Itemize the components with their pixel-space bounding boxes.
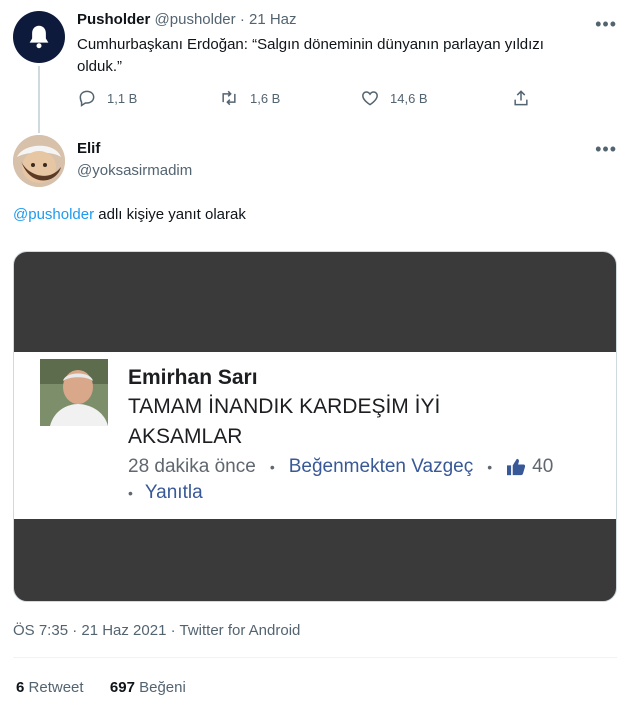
reply-icon	[79, 90, 95, 107]
reply-count: 1,1 B	[107, 90, 138, 106]
comment-reply-row: • Yanıtla	[128, 482, 203, 504]
facebook-comment-screenshot: Emirhan Sarı TAMAM İNANDIK KARDEŞİM İYİ …	[14, 352, 616, 519]
likes-label: Beğeni	[139, 679, 186, 696]
bell-icon	[29, 25, 49, 49]
profile-photo	[13, 135, 65, 187]
share-icon	[514, 90, 528, 106]
author-handle[interactable]: @pusholder	[155, 11, 236, 28]
comment-meta: 28 dakika önce • Beğenmekten Vazgeç • 40	[128, 456, 553, 478]
reply-author-name[interactable]: Elif	[77, 140, 100, 157]
retweet-button[interactable]: 1,6 B	[218, 88, 280, 108]
replying-to-text: adlı kişiye yanıt olarak	[94, 206, 246, 223]
like-count: 14,6 B	[390, 90, 428, 106]
elif-avatar[interactable]	[13, 135, 65, 187]
likes-stat[interactable]: 697 Beğeni	[110, 679, 186, 696]
tweet-header: Pusholder @pusholder · 21 Haz	[77, 11, 297, 28]
tweet-date[interactable]: 21 Haz	[249, 11, 297, 28]
reply-button[interactable]: 1,1 B	[77, 88, 137, 108]
author-name[interactable]: Pusholder	[77, 11, 150, 28]
retweets-stat[interactable]: 6 Retweet	[16, 679, 84, 696]
like-button[interactable]: 14,6 B	[360, 88, 428, 108]
reply-author-handle[interactable]: @yoksasirmadim	[77, 162, 192, 179]
unlike-link: Beğenmekten Vazgeç	[288, 456, 474, 477]
meta-dot: •	[487, 459, 493, 475]
meta-dot: •	[269, 459, 275, 475]
comment-time: 28 dakika önce	[128, 456, 256, 477]
commenter-name: Emirhan Sarı	[128, 366, 258, 389]
commenter-photo	[40, 359, 108, 426]
tweet-timestamp[interactable]: ÖS 7:35 · 21 Haz 2021 · Twitter for Andr…	[13, 622, 300, 639]
heart-icon	[362, 91, 378, 106]
reply-link: Yanıtla	[144, 482, 203, 503]
thumbs-up-icon	[507, 458, 526, 476]
share-button[interactable]	[511, 88, 531, 108]
more-options-icon[interactable]: •••	[595, 15, 617, 33]
pusholder-avatar[interactable]	[13, 11, 65, 63]
divider	[13, 657, 617, 658]
retweet-count: 1,6 B	[250, 90, 281, 106]
retweet-icon	[222, 90, 236, 106]
meta-dot: •	[128, 485, 133, 501]
retweets-label: Retweet	[28, 679, 84, 696]
retweets-count: 6	[16, 679, 25, 696]
attached-image[interactable]: Emirhan Sarı TAMAM İNANDIK KARDEŞİM İYİ …	[13, 251, 617, 602]
tweet-text: Cumhurbaşkanı Erdoğan: “Salgın döneminin…	[77, 36, 544, 75]
thread-line	[38, 66, 40, 133]
likes-count: 697	[109, 679, 135, 696]
replying-to-link[interactable]: @pusholder	[13, 206, 94, 223]
reply-more-options-icon[interactable]: •••	[595, 140, 617, 158]
engagement-stats: 6 Retweet 697 Beğeni	[16, 679, 186, 696]
replying-to: @pusholder adlı kişiye yanıt olarak	[13, 206, 246, 223]
comment-like-count: 40	[532, 456, 554, 477]
comment-text: TAMAM İNANDIK KARDEŞİM İYİ AKSAMLAR	[128, 395, 441, 448]
tweet-actions: 1,1 B 1,6 B 14,6 B	[77, 88, 537, 110]
header-separator: ·	[239, 11, 245, 28]
